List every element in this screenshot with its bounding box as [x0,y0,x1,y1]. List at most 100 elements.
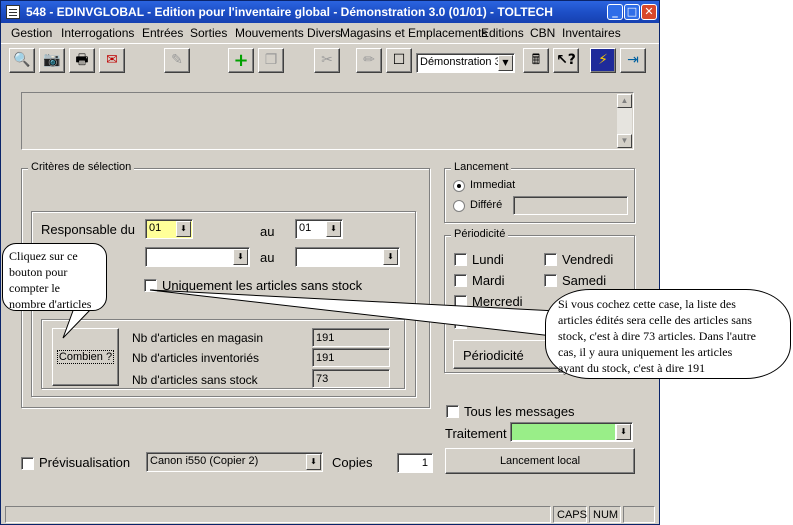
second-from-select[interactable]: ⬇ [145,247,250,267]
printer-select[interactable]: Canon i550 (Copier 2) ⬇ [146,452,323,472]
au-label-2: au [260,250,275,265]
exit-door-icon: ⇥ [627,52,639,68]
camera-button[interactable]: 📷 [39,48,65,73]
tous-messages-checkbox[interactable] [446,405,459,418]
sans-stock-label: Uniquement les articles sans stock [162,278,363,293]
menu-gestion[interactable]: Gestion [11,26,52,40]
edit-icon: ✎ [171,52,183,68]
differe-label: Différé [470,199,503,211]
right-callout-line: ayant du stock, c'est à dire 191 [558,361,706,375]
scroll-up-icon[interactable]: ▲ [617,94,632,108]
lundi-label: Lundi [472,252,504,267]
message-area[interactable]: ▲ ▼ [21,92,634,150]
blank-page-button[interactable]: ☐ [386,48,412,73]
menu-entrees[interactable]: Entrées [142,26,183,40]
dropdown-arrow-icon[interactable]: ⬇ [616,424,631,440]
differe-input[interactable] [513,196,628,215]
immediat-radio[interactable] [453,180,465,192]
left-callout: Cliquez sur ce bouton pour compter le no… [2,243,107,311]
left-callout-line: Cliquez sur ce [9,249,78,263]
menu-interrogations[interactable]: Interrogations [61,26,134,40]
lancement-title: Lancement [451,161,512,173]
chevron-down-icon[interactable]: ▼ [498,55,513,71]
vendredi-checkbox[interactable] [544,253,557,266]
copy-icon: ❐ [264,52,278,68]
close-button[interactable]: ✕ [641,4,657,20]
vendredi-label: Vendredi [562,252,614,267]
nb-sans-stock-value: 73 [312,369,390,388]
toolbar: 🔍 📷 🖶 ✉ ✎ + ❐ ✂ ✏ ☐ Démonstration 3 ▼ 🖩 … [1,43,659,77]
combien-button[interactable]: Combien ? [52,328,119,386]
copies-input[interactable]: 1 [397,453,433,473]
nb-magasin-label: Nb d'articles en magasin [132,331,264,345]
previsualisation-checkbox[interactable] [21,457,34,470]
nb-magasin-value: 191 [312,328,390,347]
responsable-to-select[interactable]: 01 ⬇ [295,219,343,239]
title-bar[interactable]: 548 - EDINVGLOBAL - Edition pour l'inven… [1,1,659,23]
status-bar: CAPS NUM [1,503,659,524]
dropdown-arrow-icon[interactable]: ⬇ [383,249,398,265]
help-button[interactable]: ↖? [553,48,579,73]
jeudi-checkbox[interactable] [454,316,467,329]
company-select-value: Démonstration 3 [420,56,501,68]
menu-cbn[interactable]: CBN [530,26,555,40]
print-button[interactable]: 🖶 [69,48,95,73]
blank-page-icon: ☐ [392,52,406,68]
dropdown-arrow-icon[interactable]: ⬇ [176,221,191,237]
previsualisation-label: Prévisualisation [39,455,131,470]
menu-editions[interactable]: Editions [481,26,524,40]
company-select[interactable]: Démonstration 3 ▼ [416,53,515,73]
mercredi-checkbox[interactable] [454,295,467,308]
window-title: 548 - EDINVGLOBAL - Edition pour l'inven… [26,5,553,19]
samedi-checkbox[interactable] [544,274,557,287]
lundi-checkbox[interactable] [454,253,467,266]
calculator-icon: 🖩 [531,52,541,68]
exit-button[interactable]: ⇥ [620,48,646,73]
caps-indicator: CAPS [553,506,587,523]
differe-radio[interactable] [453,200,465,212]
samedi-label: Samedi [562,273,607,288]
dropdown-arrow-icon[interactable]: ⬇ [326,221,341,237]
add-button[interactable]: + [228,48,254,73]
lancement-local-label: Lancement local [499,455,581,467]
right-callout-line: Si vous cochez cette case, la liste des [558,297,736,311]
pencil-button[interactable]: ✏ [356,48,382,73]
menu-bar: Gestion Interrogations Entrées Sorties M… [1,23,659,42]
calculator-button[interactable]: 🖩 [523,48,549,73]
help-pointer-icon: ↖? [556,52,576,68]
magic-wand-button[interactable]: ⚡ [590,48,616,73]
mardi-checkbox[interactable] [454,274,467,287]
responsable-label: Responsable du [41,222,135,237]
scrollbar[interactable]: ▲ ▼ [617,94,632,148]
menu-sorties[interactable]: Sorties [190,26,227,40]
copies-label: Copies [332,455,373,470]
status-extra-pane [623,506,655,523]
menu-magasins-emplacements[interactable]: Magasins et Emplacements [340,26,487,40]
immediat-label: Immediat [470,179,516,191]
menu-inventaires[interactable]: Inventaires [562,26,621,40]
preview-icon: 🔍 [13,52,31,68]
status-main-pane [5,506,551,523]
sans-stock-checkbox[interactable] [144,279,157,292]
lancement-local-button[interactable]: Lancement local [445,448,635,474]
traitement-select[interactable]: ⬇ [510,422,633,442]
nb-sans-stock-label: Nb d'articles sans stock [132,373,258,387]
dropdown-arrow-icon[interactable]: ⬇ [233,249,248,265]
menu-mouvements-divers[interactable]: Mouvements Divers [235,26,341,40]
printer-icon: 🖶 [75,52,89,68]
add-icon: + [233,50,249,71]
maximize-button[interactable]: □ [624,4,640,20]
scroll-down-icon[interactable]: ▼ [617,134,632,148]
copy-button[interactable]: ❐ [258,48,284,73]
responsable-from-select[interactable]: 01 ⬇ [145,219,193,239]
cut-button[interactable]: ✂ [314,48,340,73]
app-icon[interactable] [6,5,20,19]
dropdown-arrow-icon[interactable]: ⬇ [306,454,321,470]
preview-button[interactable]: 🔍 [9,48,35,73]
minimize-button[interactable]: _ [607,4,623,20]
printer-value: Canon i550 (Copier 2) [150,455,259,467]
magic-wand-icon: ⚡ [598,52,608,68]
second-to-select[interactable]: ⬇ [295,247,400,267]
edit-button[interactable]: ✎ [164,48,190,73]
cancel-mail-button[interactable]: ✉ [99,48,125,73]
